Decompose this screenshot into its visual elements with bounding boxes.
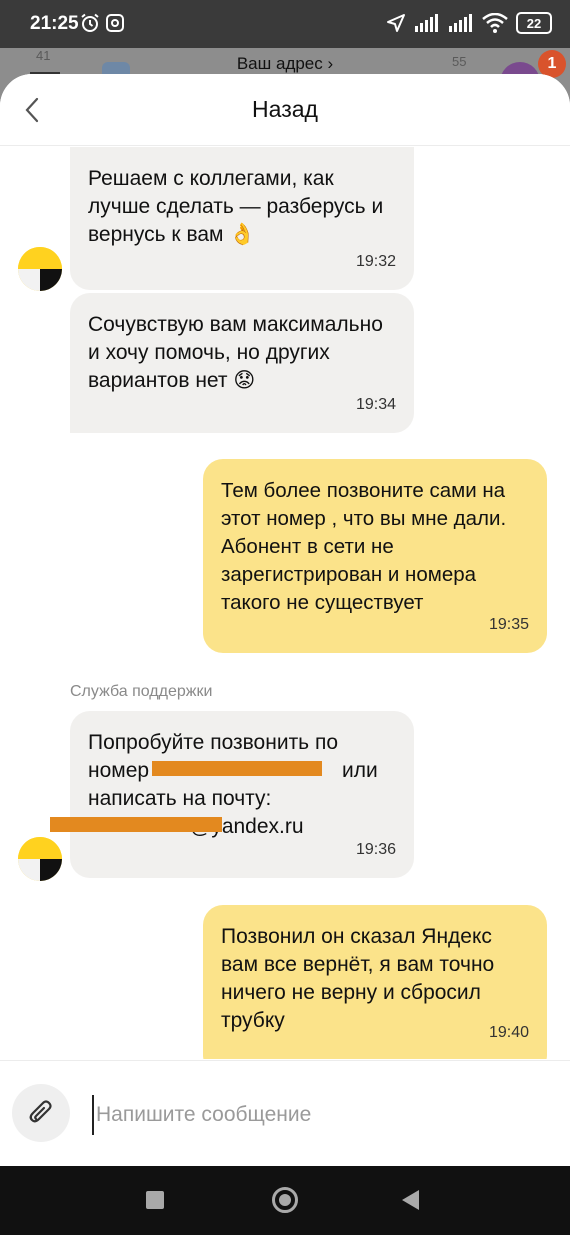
status-time: 21:25 — [30, 13, 79, 34]
nav-home-icon[interactable] — [272, 1187, 298, 1213]
chat-sheet: Назад Решаем с коллегами, как лучше сдел… — [0, 74, 570, 1166]
message-list[interactable]: Решаем с коллегами, как лучше сделать — … — [0, 147, 570, 1059]
message-time: 19:35 — [488, 616, 529, 633]
message-line: Попробуйте позвонить по — [88, 731, 339, 754]
avatar-graphic — [18, 837, 62, 881]
nav-recents-icon[interactable] — [146, 1191, 164, 1209]
message-text: Сочувствую вам максимально и хочу помочь… — [88, 313, 383, 392]
incoming-message[interactable]: Попробуйте позвонить по номер или написа… — [70, 711, 414, 878]
system-nav-bar — [0, 1166, 570, 1235]
alarm-icon — [81, 13, 99, 32]
message-text: Позвонил он сказал Яндекс вам все вернёт… — [221, 925, 495, 1032]
yandex-support-avatar-icon — [18, 837, 62, 881]
avatar-graphic — [18, 247, 62, 291]
wifi-icon — [482, 13, 508, 33]
instagram-icon — [106, 14, 124, 32]
outgoing-message[interactable]: Тем более позвоните сами на этот номер ,… — [203, 459, 547, 653]
message-time: 19:32 — [355, 253, 396, 270]
attach-button[interactable] — [12, 1084, 70, 1142]
chat-header: Назад — [0, 74, 570, 146]
message-line-end: или — [342, 759, 378, 782]
message-time: 19:36 — [355, 841, 396, 858]
incoming-message[interactable]: Сочувствую вам максимально и хочу помочь… — [70, 293, 414, 433]
message-text: Тем более позвоните сами на этот номер ,… — [221, 479, 507, 614]
message-input[interactable] — [92, 1095, 542, 1135]
page-title: Назад — [252, 96, 318, 122]
battery-icon: 22 — [516, 12, 552, 34]
message-text: Решаем с коллегами, как лучше сделать — … — [88, 167, 384, 246]
message-line: написать на почту: — [88, 787, 272, 810]
composer — [0, 1060, 570, 1166]
sender-name: Служба поддержки — [70, 683, 213, 700]
redaction-mark — [152, 761, 322, 776]
yandex-support-avatar-icon — [18, 247, 62, 291]
location-arrow-icon — [387, 14, 405, 32]
signal-icon — [415, 14, 438, 32]
address-link[interactable]: Ваш адрес › — [0, 54, 570, 74]
paperclip-icon — [29, 1100, 52, 1123]
redaction-mark — [50, 817, 222, 832]
message-time: 19:40 — [488, 1024, 529, 1041]
signal-icon-2 — [449, 14, 472, 32]
message-time: 19:34 — [355, 396, 396, 413]
status-icons: 22 — [386, 12, 552, 34]
status-bar: 21:25 22 — [0, 0, 570, 48]
outgoing-message[interactable]: Позвонил он сказал Яндекс вам все вернёт… — [203, 905, 547, 1059]
message-line-start: номер — [88, 759, 150, 782]
incoming-message[interactable]: Решаем с коллегами, как лучше сделать — … — [70, 147, 414, 290]
nav-back-icon[interactable] — [402, 1190, 419, 1210]
